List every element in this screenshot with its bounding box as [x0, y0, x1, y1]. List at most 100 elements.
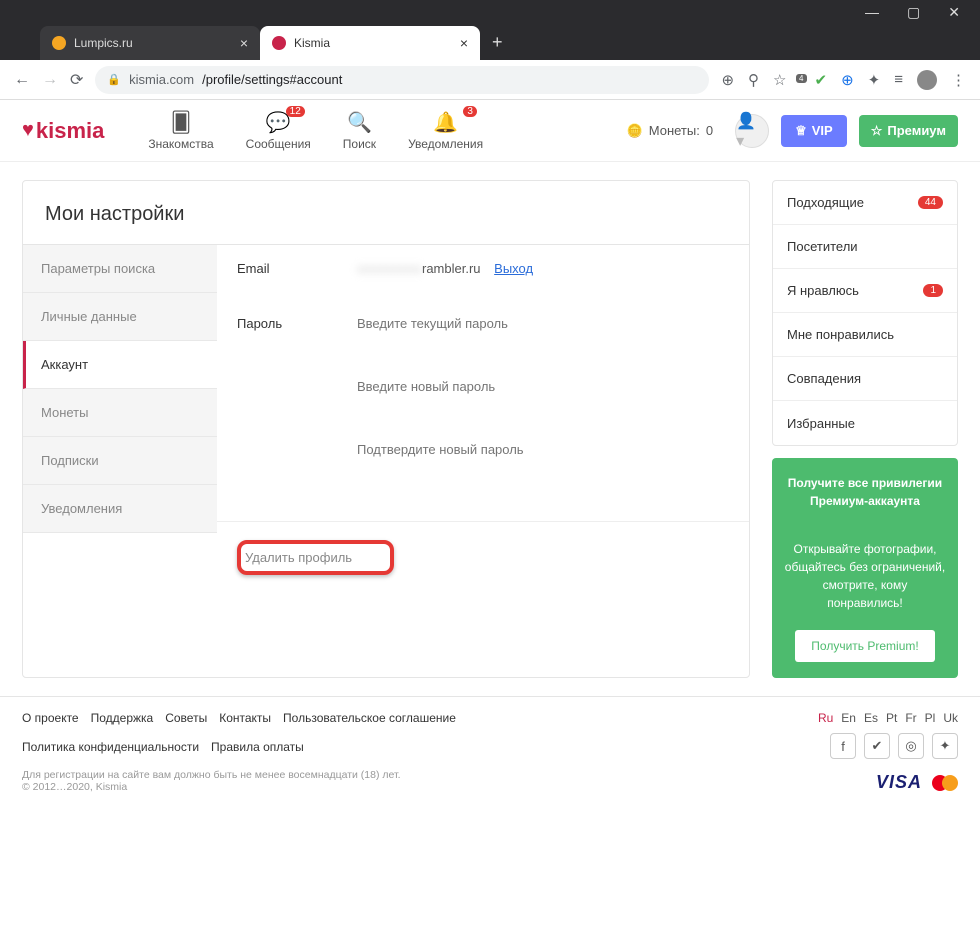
coins-balance[interactable]: 🪙 Монеты: 0 [627, 123, 714, 139]
logout-link[interactable]: Выход [494, 261, 533, 276]
get-premium-button[interactable]: Получить Premium! [795, 630, 934, 662]
nav-cards[interactable]: 🂠 Знакомства [136, 110, 225, 151]
cards-icon: 🂠 [171, 110, 191, 135]
sidebar-item[interactable]: Избранные [773, 401, 957, 445]
star-icon[interactable]: ☆ [773, 71, 786, 89]
premium-promo: Получите все привилегии Премиум-аккаунта… [772, 458, 958, 678]
sidebar-item[interactable]: Я нравлюсь1 [773, 269, 957, 313]
nav-label: Сообщения [246, 137, 311, 151]
footer-link[interactable]: Правила оплаты [211, 740, 304, 759]
nav-label: Поиск [343, 137, 376, 151]
puzzle-icon[interactable]: ✦ [868, 71, 881, 89]
premium-button[interactable]: ☆ Премиум [859, 115, 958, 147]
nav-search[interactable]: 🔍 Поиск [331, 110, 388, 151]
settings-panel: Мои настройки Параметры поискаЛичные дан… [22, 180, 750, 678]
extension-icons: ⊕ ⚲ ☆ ✔ ⊕ ✦ ≡ ⋮ [721, 70, 966, 90]
mastercard-logo [932, 775, 958, 791]
sidebar-item[interactable]: Подходящие44 [773, 181, 957, 225]
sidebar-item[interactable]: Совпадения [773, 357, 957, 401]
favicon-icon [272, 36, 286, 50]
email-value: xxxxxxxxxxrambler.ru Выход [357, 261, 729, 276]
password-label: Пароль [237, 316, 357, 331]
instagram-icon[interactable]: ◎ [898, 733, 924, 759]
nav-chat[interactable]: 12💬Сообщения [234, 110, 323, 151]
footer-link[interactable]: Контакты [219, 711, 271, 730]
tab-title: Lumpics.ru [74, 36, 232, 50]
browser-tab-kismia[interactable]: Kismia × [260, 26, 480, 60]
lang-option[interactable]: Ru [818, 711, 833, 725]
search-icon[interactable]: ⚲ [748, 71, 759, 89]
search-icon: 🔍 [347, 110, 372, 135]
browser-chrome: — ▢ ✕ Lumpics.ru × Kismia × + [0, 0, 980, 60]
vip-button[interactable]: ♕ VIP [781, 115, 847, 147]
badge: 1 [923, 284, 943, 297]
facebook-icon[interactable]: f [830, 733, 856, 759]
lang-option[interactable]: En [841, 711, 856, 725]
settings-tab[interactable]: Параметры поиска [23, 245, 217, 293]
settings-tabs: Параметры поискаЛичные данныеАккаунтМоне… [23, 245, 217, 593]
lang-option[interactable]: Uk [943, 711, 958, 725]
lang-option[interactable]: Fr [905, 711, 916, 725]
sidebar-item[interactable]: Мне понравились [773, 313, 957, 357]
profile-avatar[interactable] [917, 70, 937, 90]
forward-button[interactable]: → [42, 71, 58, 89]
reading-list-icon[interactable]: ≡ [894, 71, 903, 88]
reload-button[interactable]: ⟳ [70, 70, 83, 90]
nav-bell[interactable]: 3🔔Уведомления [396, 110, 495, 151]
menu-icon[interactable]: ⋮ [951, 71, 966, 89]
nav-badge: 3 [463, 106, 477, 117]
sidebar-item[interactable]: Посетители [773, 225, 957, 269]
email-label: Email [237, 261, 357, 276]
lang-option[interactable]: Pl [925, 711, 936, 725]
settings-tab[interactable]: Уведомления [23, 485, 217, 533]
logo[interactable]: ♥kismia [22, 118, 104, 144]
new-tab-button[interactable]: + [480, 32, 515, 53]
nav-badge: 12 [286, 106, 305, 117]
confirm-password-input[interactable] [357, 434, 729, 465]
tab-close-icon[interactable]: × [460, 35, 468, 51]
right-sidebar: Подходящие44ПосетителиЯ нравлюсь1Мне пон… [772, 180, 958, 678]
omnibox[interactable]: 🔒 kismia.com/profile/settings#account [95, 66, 709, 94]
twitter-icon[interactable]: ✦ [932, 733, 958, 759]
settings-tab[interactable]: Аккаунт [23, 341, 217, 389]
current-password-input[interactable] [357, 308, 729, 339]
footer-link[interactable]: Поддержка [91, 711, 154, 730]
lang-option[interactable]: Es [864, 711, 878, 725]
globe-icon[interactable]: ⊕ [841, 71, 854, 89]
visa-logo: VISA [876, 772, 922, 793]
browser-tab-lumpics[interactable]: Lumpics.ru × [40, 26, 260, 60]
vk-icon[interactable]: ✔ [864, 733, 890, 759]
nav-label: Уведомления [408, 137, 483, 151]
nav-label: Знакомства [148, 137, 213, 151]
settings-tab[interactable]: Монеты [23, 389, 217, 437]
tab-close-icon[interactable]: × [240, 35, 248, 51]
footer-link[interactable]: Пользовательское соглашение [283, 711, 456, 730]
user-avatar[interactable]: 👤 ▾ [735, 114, 769, 148]
zoom-icon[interactable]: ⊕ [721, 71, 734, 89]
window-close[interactable]: ✕ [948, 4, 960, 21]
highlight-annotation: Удалить профиль [237, 540, 394, 575]
url-host: kismia.com [129, 72, 194, 87]
page-content: Мои настройки Параметры поискаЛичные дан… [0, 162, 980, 696]
footer-link[interactable]: Советы [165, 711, 207, 730]
badge: 44 [918, 196, 943, 209]
payment-logos: VISA [876, 772, 958, 793]
lock-icon: 🔒 [107, 73, 121, 86]
settings-form: Email xxxxxxxxxxrambler.ru Выход Пароль [217, 245, 749, 593]
footer-link[interactable]: О проекте [22, 711, 79, 730]
settings-tab[interactable]: Личные данные [23, 293, 217, 341]
tab-title: Kismia [294, 36, 452, 50]
footer: О проекте Поддержка Советы Контакты Пользова… [0, 696, 980, 807]
back-button[interactable]: ← [14, 71, 30, 89]
footer-link[interactable]: Политика конфиденциальности [22, 740, 199, 759]
ext-check-icon[interactable]: ✔ [815, 71, 828, 89]
lang-option[interactable]: Pt [886, 711, 897, 725]
new-password-input[interactable] [357, 371, 729, 402]
window-maximize[interactable]: ▢ [907, 4, 920, 21]
settings-tab[interactable]: Подписки [23, 437, 217, 485]
copyright-text: © 2012…2020, Kismia [22, 781, 401, 793]
delete-profile-button[interactable]: Удалить профиль [241, 544, 390, 571]
coins-icon: 🪙 [627, 123, 643, 139]
window-minimize[interactable]: — [865, 4, 879, 20]
site-header: ♥kismia 🂠 Знакомства 12💬Сообщения 🔍 Поиск 3🔔У… [0, 100, 980, 162]
